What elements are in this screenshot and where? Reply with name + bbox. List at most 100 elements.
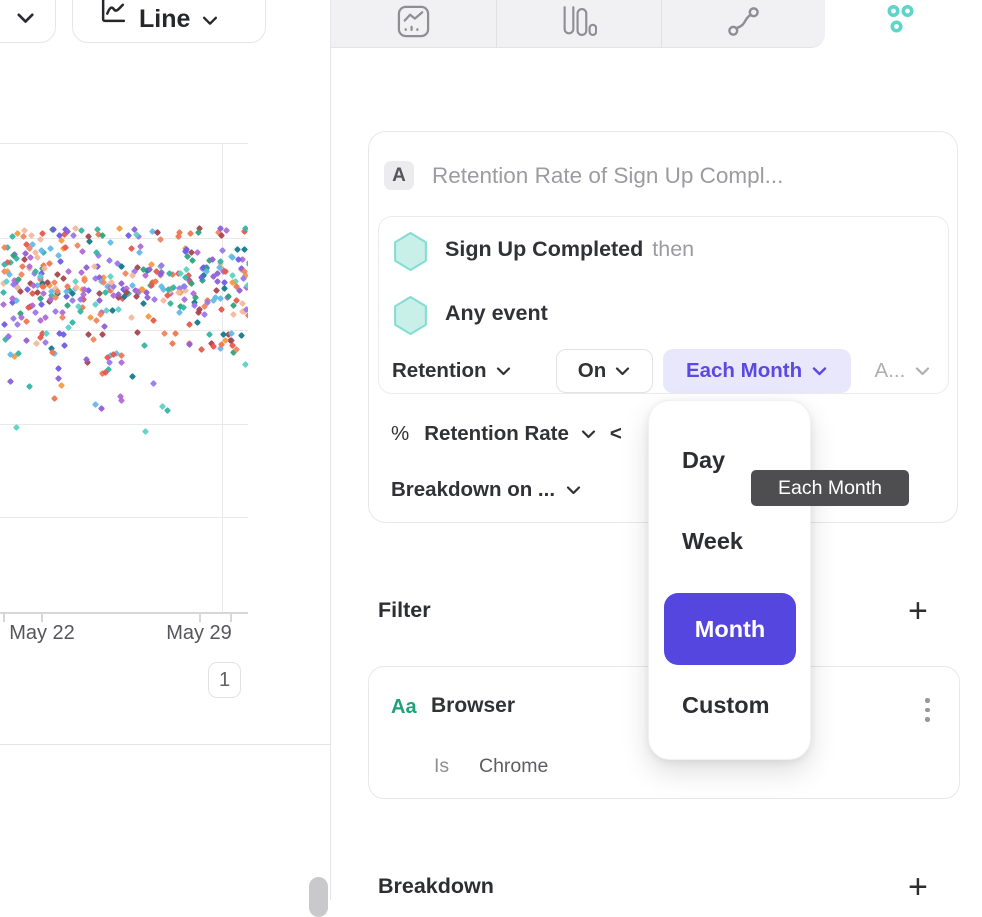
scatter-point (42, 339, 49, 346)
axis-tick (41, 613, 43, 622)
panel-divider (330, 0, 331, 900)
scatter-point (79, 248, 86, 255)
scatter-point (218, 306, 225, 313)
breakdown-on-dropdown[interactable]: Breakdown on ... (391, 478, 581, 502)
scrollbar-thumb[interactable] (309, 877, 328, 917)
event-hexagon-icon (392, 295, 429, 341)
menu-item-week[interactable]: Week (682, 528, 743, 555)
scatter-point (188, 280, 195, 287)
scatter-point (140, 300, 147, 307)
scatter-point (128, 314, 135, 321)
scatter-point (101, 323, 108, 330)
scatter-point (241, 246, 248, 253)
filter-property-name[interactable]: Browser (431, 694, 515, 718)
chevron-down-icon (615, 367, 630, 376)
filter-operator[interactable]: Is (434, 755, 449, 778)
chevron-down-icon (202, 16, 218, 26)
scatter-point (55, 365, 62, 372)
scatter-point (64, 302, 71, 309)
event-hexagon-icon (392, 231, 429, 277)
scatter-point (194, 249, 201, 256)
flow-panel-icon (726, 4, 761, 44)
chevron-down-icon (915, 367, 930, 376)
scatter-point (161, 330, 168, 337)
kebab-menu-icon[interactable] (923, 696, 932, 724)
collapsed-toolbar-button[interactable] (0, 0, 56, 43)
query-title[interactable]: Retention Rate of Sign Up Compl... (432, 163, 783, 189)
scatter-point (73, 242, 80, 249)
scatter-point (51, 279, 58, 286)
filter-value[interactable]: Chrome (479, 755, 548, 778)
metric-dropdown[interactable]: Retention Rate (424, 422, 569, 446)
event-step[interactable]: Any event (445, 301, 548, 326)
app: { "toolbar": { "chart_type": { "label": … (0, 0, 982, 900)
scatter-point (13, 424, 20, 431)
axis-tick (230, 613, 232, 622)
scatter-point (69, 297, 76, 304)
scatter-point (83, 264, 90, 271)
scatter-point (93, 317, 100, 324)
scatter-point (157, 236, 164, 243)
scatter-point (122, 269, 129, 276)
on-dropdown[interactable]: On (556, 349, 653, 393)
page-number-badge[interactable]: 1 (208, 662, 241, 698)
scatter-point (172, 330, 179, 337)
menu-item-custom[interactable]: Custom (682, 692, 769, 719)
add-breakdown-button[interactable]: + (908, 872, 928, 902)
event-suffix: then (652, 237, 694, 261)
scatter-point (166, 299, 173, 306)
hover-tooltip: Each Month (751, 470, 909, 506)
scatter-point (58, 382, 65, 389)
event-step[interactable]: Sign Up Completedthen (445, 237, 694, 262)
event-steps-card: Sign Up Completedthen Any event Retentio… (378, 216, 949, 394)
scatter-point (160, 297, 167, 304)
truncated-dropdown[interactable]: A... (875, 359, 931, 383)
scatter-point (219, 247, 226, 254)
menu-item-month-selected[interactable]: Month (664, 593, 796, 665)
line-chart-icon (99, 0, 127, 30)
axis-tick (3, 613, 5, 622)
scatter-point (218, 232, 225, 239)
event-name: Any event (445, 301, 548, 325)
scatter-point (99, 232, 106, 239)
scatter-point (0, 289, 7, 296)
scatter-point (150, 380, 157, 387)
scatter-point (99, 331, 106, 338)
scatter-point (37, 236, 44, 243)
menu-item-day[interactable]: Day (682, 447, 725, 474)
horizontal-divider (0, 744, 331, 745)
scatter-point (141, 342, 148, 349)
scatter-point (7, 378, 14, 385)
x-axis (0, 612, 248, 614)
add-filter-button[interactable]: + (908, 596, 928, 626)
cluster-panel-icon (887, 5, 917, 39)
scatter-point (60, 331, 67, 338)
scatter-point (115, 306, 122, 313)
scatter-point (129, 373, 136, 380)
scatter-point (98, 405, 105, 412)
scatter-point (169, 340, 176, 347)
chart-type-button[interactable]: Line (72, 0, 266, 43)
scatter-point (124, 232, 131, 239)
scatter-point (107, 239, 114, 246)
scatter-point (198, 346, 205, 353)
scatter-point (50, 226, 57, 233)
scatter-point (46, 260, 53, 267)
filter-section-title: Filter (378, 598, 431, 623)
scatter-point (52, 308, 59, 315)
retention-controls-row: Retention On Each Month A... (392, 349, 937, 393)
metric-truncated-text: < (610, 422, 622, 446)
scatter-point (242, 361, 248, 368)
truncated-label: A... (875, 359, 906, 383)
scatter-point (206, 331, 213, 338)
x-tick-label: May 22 (0, 622, 84, 645)
chevron-down-icon (566, 486, 581, 495)
interval-dropdown-button[interactable]: Each Month (663, 349, 851, 393)
breakdown-section-title: Breakdown (378, 874, 494, 899)
interval-label: Each Month (686, 359, 802, 383)
scatter-point (106, 359, 113, 366)
scatter-point (23, 337, 30, 344)
scatter-point (234, 246, 241, 253)
scatter-point (181, 296, 188, 303)
mode-dropdown[interactable]: Retention (392, 359, 511, 383)
